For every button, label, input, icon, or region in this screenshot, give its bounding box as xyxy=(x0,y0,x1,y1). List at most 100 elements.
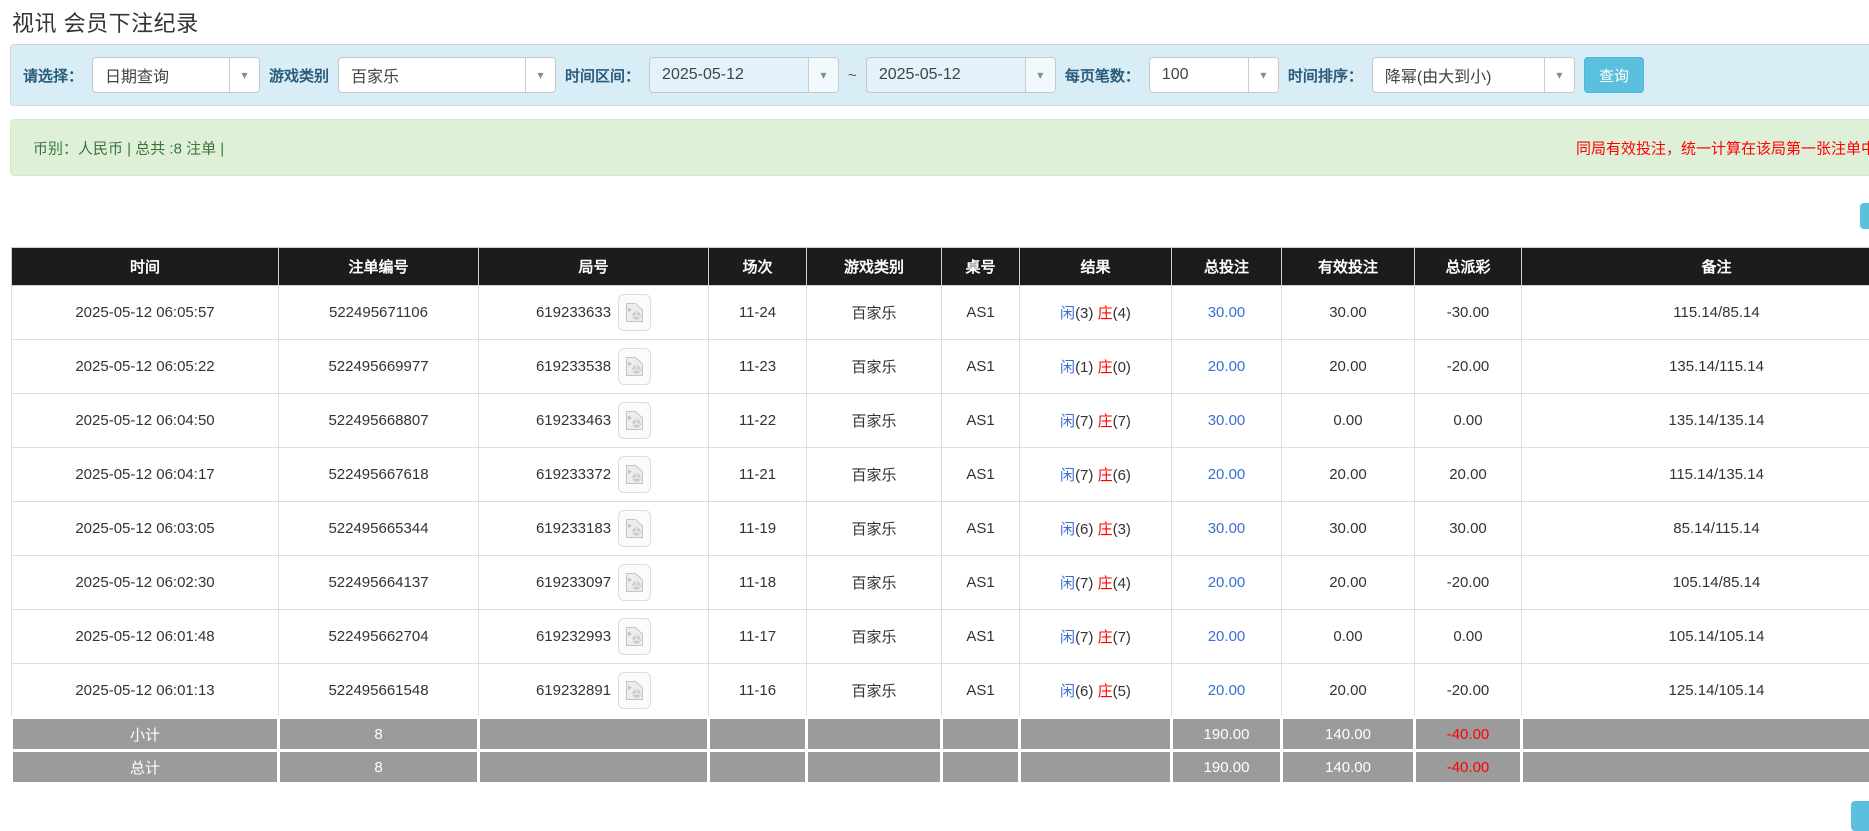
cell-time: 2025-05-12 06:01:13 xyxy=(12,664,279,718)
video-replay-button[interactable] xyxy=(618,618,651,655)
video-replay-button[interactable] xyxy=(618,456,651,493)
side-panel-tab-button[interactable] xyxy=(1860,203,1869,229)
total-empty-cell xyxy=(807,751,942,784)
cell-note: 105.14/105.14 xyxy=(1522,610,1869,664)
video-replay-button[interactable] xyxy=(618,672,651,709)
chevron-down-icon: ▾ xyxy=(1544,58,1574,92)
corner-action-button[interactable] xyxy=(1851,801,1869,831)
subtotal-valid-bet: 140.00 xyxy=(1282,718,1415,751)
column-header: 总派彩 xyxy=(1415,248,1522,286)
cell-result: 闲(3) 庄(4) xyxy=(1020,286,1172,340)
total-bet-link[interactable]: 30.00 xyxy=(1208,412,1246,429)
cell-valid-bet: 20.00 xyxy=(1282,664,1415,718)
cell-result: 闲(6) 庄(5) xyxy=(1020,664,1172,718)
player-result-count: (7) xyxy=(1075,575,1093,592)
cell-note: 135.14/135.14 xyxy=(1522,394,1869,448)
cell-table-no: AS1 xyxy=(942,448,1020,502)
cell-note: 115.14/135.14 xyxy=(1522,448,1869,502)
video-replay-button[interactable] xyxy=(618,294,651,331)
chevron-down-icon: ▾ xyxy=(1248,58,1278,92)
round-id-text: 619233097 xyxy=(536,574,611,591)
cell-time: 2025-05-12 06:02:30 xyxy=(12,556,279,610)
player-result-label: 闲 xyxy=(1060,683,1075,700)
game-type-select[interactable]: 百家乐 ▾ xyxy=(338,57,556,93)
query-type-label: 请选择： xyxy=(23,65,83,86)
banker-result-count: (6) xyxy=(1113,467,1131,484)
date-range-separator: ~ xyxy=(848,67,857,84)
video-file-icon xyxy=(625,356,644,377)
date-to-value: 2025-05-12 xyxy=(867,58,1025,92)
column-header: 备注 xyxy=(1522,248,1869,286)
cell-time: 2025-05-12 06:03:05 xyxy=(12,502,279,556)
cell-total-bet: 20.00 xyxy=(1172,340,1282,394)
player-result-count: (6) xyxy=(1075,683,1093,700)
chevron-down-icon: ▾ xyxy=(229,58,259,92)
per-page-select[interactable]: 100 ▾ xyxy=(1149,57,1279,93)
total-bet-link[interactable]: 20.00 xyxy=(1208,628,1246,645)
total-bet-link[interactable]: 20.00 xyxy=(1208,682,1246,699)
video-file-icon xyxy=(625,572,644,593)
cell-round-id: 619233372 xyxy=(479,448,709,502)
total-bet-link[interactable]: 20.00 xyxy=(1208,358,1246,375)
video-replay-button[interactable] xyxy=(618,402,651,439)
banker-result-label: 庄 xyxy=(1098,521,1113,538)
video-file-icon xyxy=(625,464,644,485)
cell-session: 11-18 xyxy=(709,556,807,610)
date-to-select[interactable]: 2025-05-12 ▾ xyxy=(866,57,1056,93)
cell-bet-id: 522495661548 xyxy=(279,664,479,718)
cell-result: 闲(7) 庄(6) xyxy=(1020,448,1172,502)
total-payout: -40.00 xyxy=(1415,751,1522,784)
table-row: 2025-05-12 06:04:17 522495667618 6192333… xyxy=(12,448,1869,502)
total-bet-link[interactable]: 20.00 xyxy=(1208,574,1246,591)
player-result-count: (1) xyxy=(1075,359,1093,376)
cell-round-id: 619233183 xyxy=(479,502,709,556)
video-replay-button[interactable] xyxy=(618,348,651,385)
round-id-text: 619233372 xyxy=(536,466,611,483)
cell-result: 闲(6) 庄(3) xyxy=(1020,502,1172,556)
time-range-label: 时间区间： xyxy=(565,65,640,86)
cell-result: 闲(7) 庄(7) xyxy=(1020,394,1172,448)
query-type-select[interactable]: 日期查询 ▾ xyxy=(92,57,260,93)
cell-payout: 20.00 xyxy=(1415,448,1522,502)
total-bet-link[interactable]: 30.00 xyxy=(1208,520,1246,537)
banker-result-label: 庄 xyxy=(1098,467,1113,484)
player-result-label: 闲 xyxy=(1060,413,1075,430)
cell-table-no: AS1 xyxy=(942,502,1020,556)
cell-result: 闲(1) 庄(0) xyxy=(1020,340,1172,394)
cell-payout: 0.00 xyxy=(1415,394,1522,448)
cell-bet-id: 522495667618 xyxy=(279,448,479,502)
cell-payout: 0.00 xyxy=(1415,610,1522,664)
player-result-count: (7) xyxy=(1075,629,1093,646)
cell-bet-id: 522495665344 xyxy=(279,502,479,556)
date-from-select[interactable]: 2025-05-12 ▾ xyxy=(649,57,839,93)
column-header: 有效投注 xyxy=(1282,248,1415,286)
table-row: 2025-05-12 06:05:22 522495669977 6192335… xyxy=(12,340,1869,394)
cell-table-no: AS1 xyxy=(942,556,1020,610)
cell-total-bet: 30.00 xyxy=(1172,502,1282,556)
subtotal-empty-cell xyxy=(1020,718,1172,751)
video-file-icon xyxy=(625,680,644,701)
game-type-label: 游戏类别 xyxy=(269,65,329,86)
column-header: 总投注 xyxy=(1172,248,1282,286)
cell-round-id: 619232891 xyxy=(479,664,709,718)
total-bet-link[interactable]: 30.00 xyxy=(1208,304,1246,321)
cell-total-bet: 30.00 xyxy=(1172,394,1282,448)
time-sort-select[interactable]: 降幂(由大到小) ▾ xyxy=(1372,57,1575,93)
banker-result-count: (7) xyxy=(1113,629,1131,646)
round-id-text: 619233538 xyxy=(536,358,611,375)
cell-game-type: 百家乐 xyxy=(807,664,942,718)
banker-result-count: (4) xyxy=(1113,575,1131,592)
grand-total-row: 总计 8 190.00 140.00 -40.00 xyxy=(12,751,1869,784)
video-replay-button[interactable] xyxy=(618,510,651,547)
total-bet-link[interactable]: 20.00 xyxy=(1208,466,1246,483)
round-id-text: 619233183 xyxy=(536,520,611,537)
game-type-value: 百家乐 xyxy=(339,58,525,92)
cell-valid-bet: 0.00 xyxy=(1282,394,1415,448)
video-replay-button[interactable] xyxy=(618,564,651,601)
cell-payout: -20.00 xyxy=(1415,340,1522,394)
table-row: 2025-05-12 06:01:13 522495661548 6192328… xyxy=(12,664,1869,718)
subtotal-row: 小计 8 190.00 140.00 -40.00 xyxy=(12,718,1869,751)
banker-result-count: (7) xyxy=(1113,413,1131,430)
search-button[interactable]: 查询 xyxy=(1584,57,1644,93)
cell-round-id: 619233097 xyxy=(479,556,709,610)
